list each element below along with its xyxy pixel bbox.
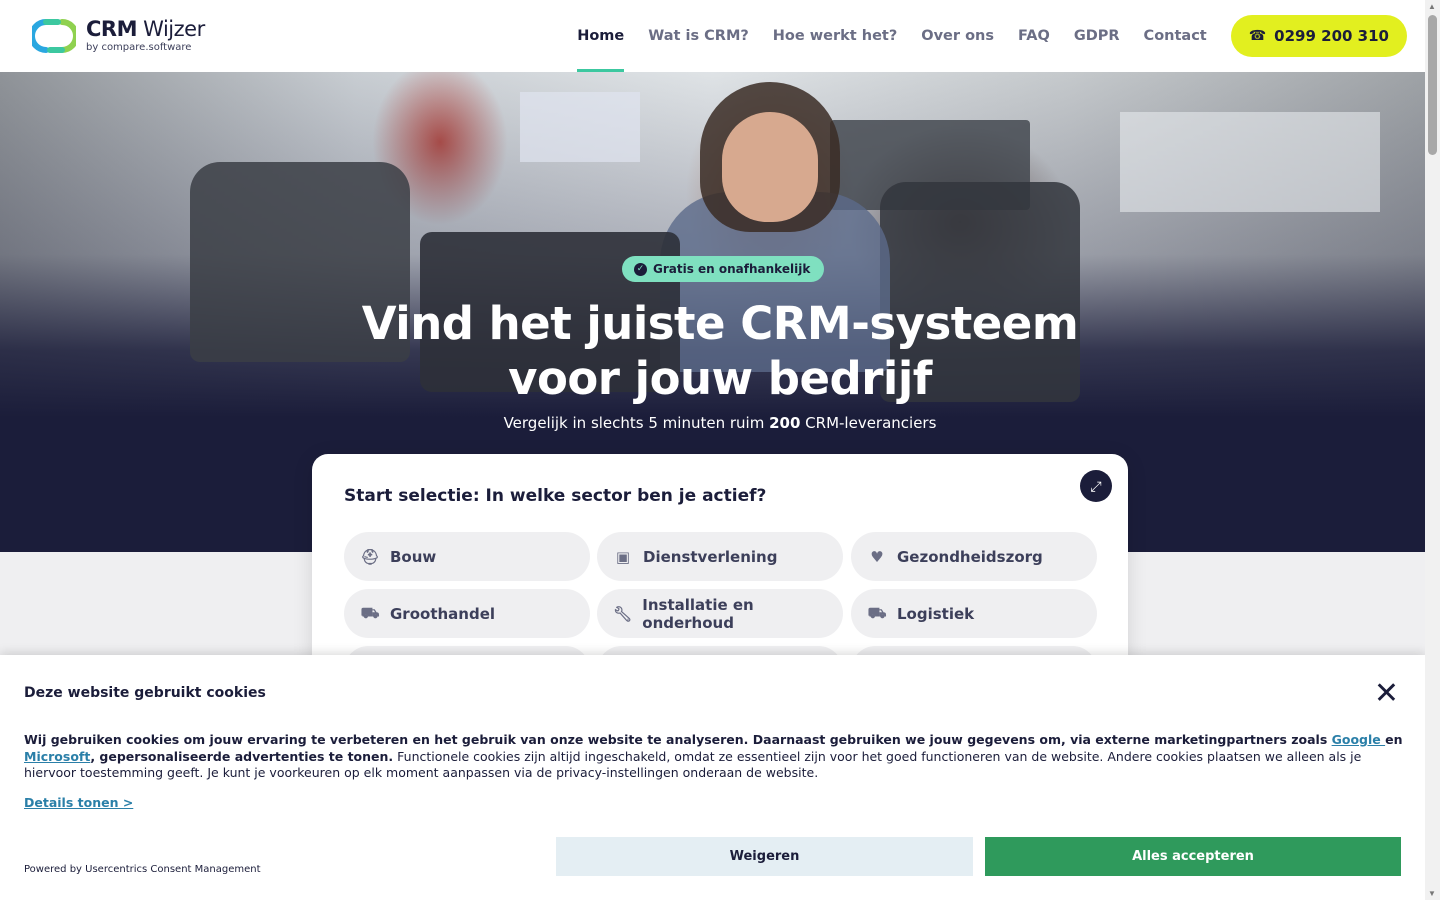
cookie-title: Deze website gebruikt cookies: [24, 685, 266, 701]
hero-photo-detail: [1120, 112, 1380, 212]
hero-title: Vind het juiste CRM-systeem voor jouw bed…: [361, 297, 1079, 405]
sector-option-groothandel[interactable]: ⛟ Groothandel: [344, 589, 590, 638]
crm-wijzer-logo[interactable]: CRM Wijzer by compare.software: [32, 16, 205, 56]
scroll-down-icon[interactable]: ▼: [1428, 889, 1436, 898]
truck-icon: ⛟: [867, 603, 887, 622]
details-link[interactable]: Details tonen >: [24, 795, 133, 810]
sector-label: Groothandel: [390, 604, 496, 623]
expand-icon: ⤢: [1090, 477, 1102, 494]
hero-subtitle: Vergelijk in slechts 5 minuten ruim 200 …: [503, 414, 937, 432]
logo-name: CRM Wijzer: [86, 17, 205, 41]
close-icon[interactable]: ✕: [1374, 679, 1399, 709]
nav-home[interactable]: Home: [577, 0, 625, 72]
hero-photo-person: [722, 112, 818, 222]
check-circle-icon: ✓: [634, 262, 647, 276]
phone-button[interactable]: ☎ 0299 200 310: [1230, 15, 1407, 57]
phone-number: 0299 200 310: [1274, 27, 1389, 45]
sector-label: Logistiek: [897, 604, 975, 623]
sector-option-logistiek[interactable]: ⛟ Logistiek: [851, 589, 1097, 638]
helmet-icon: ⛑: [360, 547, 380, 566]
logo-icon: [32, 19, 76, 53]
main-nav: Home Wat is CRM? Hoe werkt het? Over ons…: [553, 0, 1407, 72]
nav-wat-is-crm[interactable]: Wat is CRM?: [648, 0, 749, 72]
powered-by: Powered by Usercentrics Consent Manageme…: [24, 864, 261, 875]
phone-icon: ☎: [1248, 28, 1267, 44]
briefcase-icon: ▣: [615, 547, 631, 566]
nav-hoe-werkt-het[interactable]: Hoe werkt het?: [773, 0, 897, 72]
site-header: CRM Wijzer by compare.software Home Wat …: [0, 0, 1425, 72]
nav-gdpr[interactable]: GDPR: [1074, 0, 1120, 72]
sector-label: Installatie en onderhoud: [642, 595, 754, 632]
nav-contact[interactable]: Contact: [1144, 0, 1207, 72]
sector-option-dienstverlening[interactable]: ▣ Dienstverlening: [597, 532, 843, 581]
scroll-up-icon[interactable]: ▲: [1428, 2, 1436, 11]
sector-label: Bouw: [390, 547, 437, 566]
hero-photo-detail: [520, 92, 640, 162]
expand-button[interactable]: ⤢: [1080, 470, 1112, 502]
microsoft-link[interactable]: Microsoft: [24, 749, 90, 764]
badge-label: Gratis en onafhankelijk: [653, 262, 811, 276]
google-link[interactable]: Google: [1332, 732, 1386, 747]
cookie-description: Wij gebruiken cookies om jouw ervaring t…: [24, 732, 1403, 780]
accept-all-button[interactable]: Alles accepteren: [985, 837, 1401, 876]
forklift-icon: ⛟: [360, 603, 380, 622]
cookie-banner: Deze website gebruikt cookies ✕ Wij gebr…: [0, 655, 1425, 900]
selection-title: Start selectie: In welke sector ben je a…: [344, 486, 767, 506]
free-independent-badge: ✓ Gratis en onafhankelijk: [622, 256, 825, 282]
scrollbar-thumb[interactable]: [1428, 15, 1437, 155]
sector-label: Gezondheidszorg: [897, 547, 1043, 566]
sector-label: Dienstverlening: [643, 547, 778, 566]
page-scrollbar[interactable]: ▲ ▼: [1425, 0, 1440, 900]
wrench-icon: 🔧︎: [613, 604, 633, 623]
sector-option-installatie[interactable]: 🔧︎ Installatie en onderhoud: [597, 589, 843, 638]
nav-over-ons[interactable]: Over ons: [921, 0, 994, 72]
reject-button[interactable]: Weigeren: [556, 837, 973, 876]
sector-option-bouw[interactable]: ⛑ Bouw: [344, 532, 590, 581]
nav-faq[interactable]: FAQ: [1018, 0, 1050, 72]
logo-subtitle: by compare.software: [86, 42, 192, 53]
sector-option-gezondheidszorg[interactable]: ♥ Gezondheidszorg: [851, 532, 1097, 581]
heartbeat-icon: ♥: [870, 547, 884, 566]
